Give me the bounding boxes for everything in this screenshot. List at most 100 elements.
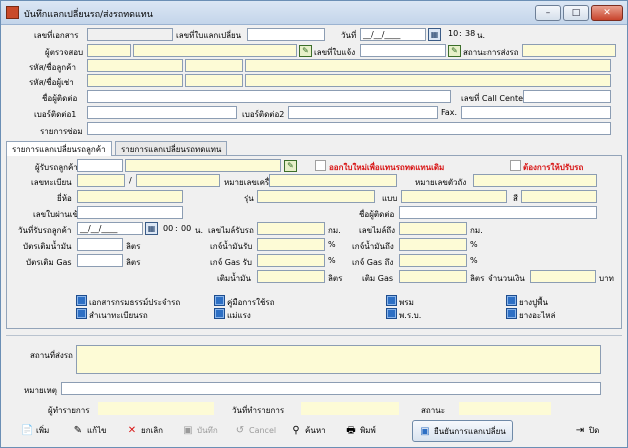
add-icon: 📄	[21, 425, 34, 436]
calendar-icon[interactable]: ▦	[428, 28, 441, 41]
check-registration-copy[interactable]	[76, 308, 87, 319]
maximize-button[interactable]: □	[563, 5, 589, 21]
inbound-no-label: เลขใบผ่านเข้า	[33, 210, 83, 219]
notify-picker-icon[interactable]: ✎	[448, 45, 461, 57]
tab-customer-exchange[interactable]: รายการแลกเปลี่ยนรถลูกค้า	[6, 141, 112, 156]
check-spare-tire[interactable]	[506, 308, 517, 319]
receipt-no-field[interactable]	[247, 28, 325, 41]
exit-icon: ⇥	[575, 425, 585, 436]
doc-no-label: เลขที่เอกสาร	[34, 31, 79, 40]
check-floor-mat[interactable]	[506, 295, 517, 306]
pct-unit-1: %	[328, 240, 336, 249]
color-field[interactable]	[521, 190, 597, 203]
customer-branch-field[interactable]	[185, 59, 243, 72]
tab-replacement-exchange[interactable]: รายการแลกเปลี่ยนรถทดแทน	[115, 141, 228, 155]
check-manual[interactable]	[214, 295, 225, 306]
date-field[interactable]: __/__/____	[360, 28, 426, 41]
plate-prefix-field[interactable]	[77, 174, 125, 187]
fax-label: Fax.	[441, 108, 458, 117]
customer-name-field[interactable]	[245, 59, 611, 72]
delivery-place-label: สถานที่ส่งรถ	[30, 351, 73, 360]
renter-code-field[interactable]	[87, 74, 183, 87]
check-carpet-label: พรม	[399, 298, 414, 307]
undo-icon: ↺	[235, 425, 245, 436]
car-receiver-code-field[interactable]	[77, 159, 123, 172]
edit-button[interactable]: ✎ แก้ไข	[72, 420, 107, 442]
search-button[interactable]: ⚲ ค้นหา	[290, 420, 325, 442]
brand-field[interactable]	[77, 190, 183, 203]
type-field[interactable]	[401, 190, 507, 203]
plate-number-field[interactable]	[136, 174, 220, 187]
km-unit-2: กม.	[470, 226, 483, 235]
notify-no-field[interactable]	[360, 44, 446, 57]
add-button[interactable]: 📄 เพิ่ม	[21, 420, 49, 442]
inbound-no-field[interactable]	[77, 206, 183, 219]
remark-field[interactable]	[61, 382, 601, 395]
time-hour[interactable]: 10	[448, 29, 458, 38]
save-button-label: บันทึก	[197, 426, 218, 435]
gas-to-field[interactable]	[399, 254, 467, 267]
check-jack[interactable]	[214, 308, 225, 319]
close-button[interactable]: ⇥ ปิด	[574, 420, 599, 442]
check-compulsory-insurance[interactable]	[386, 308, 397, 319]
time-min[interactable]: 38	[465, 29, 475, 38]
engine-no-field[interactable]	[269, 174, 397, 187]
repair-list-field[interactable]	[87, 122, 611, 135]
gas-recv-field[interactable]	[257, 254, 325, 267]
check-carpet[interactable]	[386, 295, 397, 306]
gas-card-field[interactable]	[77, 254, 123, 267]
recorder-label: ผู้ทำรายการ	[48, 406, 90, 415]
recorder-field	[98, 402, 214, 415]
binoculars-icon: ⚲	[292, 425, 300, 436]
save-button[interactable]: ▣ บันทึก	[182, 420, 218, 442]
cancel-button[interactable]: ↺ Cancel	[234, 420, 276, 442]
doc-no-field[interactable]	[87, 28, 173, 41]
receive-calendar-icon[interactable]: ▦	[145, 222, 158, 235]
new-issue-checkbox[interactable]	[315, 160, 326, 171]
fax-field[interactable]	[461, 106, 611, 119]
car-receiver-name-field[interactable]	[125, 159, 281, 172]
fuel-to-field[interactable]	[399, 238, 467, 251]
check-insurance-doc[interactable]	[76, 295, 87, 306]
fuel-card-field[interactable]	[77, 238, 123, 251]
oil-fill-label: เติมน้ำมัน	[217, 274, 251, 283]
receive-date-field[interactable]: __/__/____	[77, 222, 143, 235]
close-button-label: ปิด	[589, 426, 600, 435]
minimize-button[interactable]: –	[535, 5, 561, 21]
call-center-field[interactable]	[523, 90, 611, 103]
phone1-field[interactable]	[87, 106, 237, 119]
contact-name-field[interactable]	[87, 90, 451, 103]
need-repair-label: ต้องการให้ปรับรถ	[523, 163, 584, 172]
check-compulsory-insurance-label: พ.ร.บ.	[399, 311, 422, 320]
chassis-no-field[interactable]	[473, 174, 597, 187]
state-label: สถานะ	[421, 406, 445, 415]
inspector-name-field[interactable]	[133, 44, 297, 57]
receive-time-min[interactable]: 00	[181, 224, 191, 233]
call-center-label: เลขที่ Call Center	[461, 94, 527, 103]
model-field[interactable]	[257, 190, 375, 203]
mileage-recv-field[interactable]	[257, 222, 325, 235]
phone2-field[interactable]	[288, 106, 438, 119]
need-repair-checkbox[interactable]	[510, 160, 521, 171]
inspector-code-field[interactable]	[87, 44, 131, 57]
panel-contact-field[interactable]	[399, 206, 597, 219]
status-field	[522, 44, 616, 57]
close-window-button[interactable]: ✕	[591, 5, 623, 21]
car-receiver-picker-icon[interactable]: ✎	[284, 160, 297, 172]
renter-branch-field[interactable]	[185, 74, 243, 87]
phone2-label: เบอร์ติดต่อ2	[242, 110, 285, 119]
receive-time-hour[interactable]: 00	[163, 224, 173, 233]
confirm-exchange-button[interactable]: ▣ ยืนยันการแลกเปลี่ยน	[412, 420, 513, 442]
renter-name-field[interactable]	[245, 74, 611, 87]
delivery-place-field[interactable]	[76, 345, 601, 374]
fuel-card-label: บัตรเติมน้ำมัน	[23, 242, 72, 251]
print-button[interactable]: 🖶 พิมพ์	[345, 420, 376, 442]
gas-fill-field[interactable]	[399, 270, 467, 283]
amount-field[interactable]	[530, 270, 596, 283]
oil-fill-field[interactable]	[257, 270, 325, 283]
inspector-picker-icon[interactable]: ✎	[299, 45, 312, 57]
mileage-out-field[interactable]	[399, 222, 467, 235]
fuel-recv-field[interactable]	[257, 238, 325, 251]
cancel-doc-button[interactable]: ✕ ยกเลิก	[126, 420, 163, 442]
customer-code-field[interactable]	[87, 59, 183, 72]
